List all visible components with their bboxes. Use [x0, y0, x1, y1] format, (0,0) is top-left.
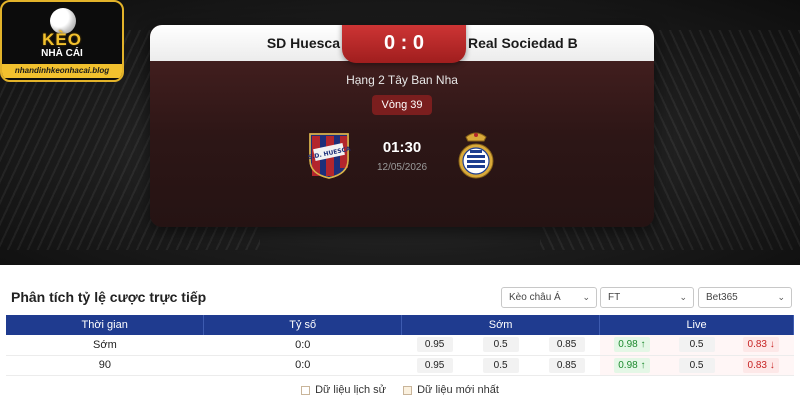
row-live-odds: 0.98 ↑ 0.5 0.83 ↓ — [599, 355, 794, 376]
period-select-value: FT — [608, 292, 621, 303]
table-row: 90 0:0 0.95 0.5 0.85 0.98 ↑ 0.5 0.83 ↓ — [6, 355, 794, 376]
column-header-time: Thời gian — [6, 315, 205, 335]
row-early-odds: 0.95 0.5 0.85 — [401, 355, 600, 376]
early-handicap: 0.5 — [482, 357, 519, 373]
column-header-early: Sớm — [401, 315, 601, 335]
round-badge: Vòng 39 — [372, 95, 432, 115]
odds-table: Thời gian Tỷ số Sớm Live Sớm 0:0 0.95 0.… — [6, 315, 794, 376]
live-home-odds-value: 0.98 — [618, 359, 638, 371]
league-name[interactable]: Hạng 2 Tây Ban Nha — [150, 73, 654, 87]
row-time: Sớm — [6, 335, 204, 356]
row-score: 0:0 — [203, 355, 402, 376]
row-live-odds: 0.98 ↑ 0.5 0.83 ↓ — [599, 335, 794, 356]
column-header-live: Live — [599, 315, 794, 335]
score: 0 : 0 — [342, 25, 466, 63]
chevron-down-icon: ⌄ — [679, 292, 687, 302]
legend-history: Dữ liệu lịch sử — [301, 384, 386, 396]
period-select[interactable]: FT ⌄ — [600, 287, 694, 308]
legend-history-swatch — [301, 385, 311, 395]
legend-latest-label: Dữ liệu mới nhất — [417, 384, 499, 396]
brand-url: nhandinhkeonhacai.blog — [2, 64, 122, 78]
kickoff-time: 01:30 — [382, 139, 422, 156]
match-card: SD Huesca 0 : 0 Real Sociedad B Hạng 2 T… — [150, 25, 654, 227]
early-handicap: 0.5 — [482, 337, 519, 353]
arrow-down-icon: ↓ — [769, 359, 775, 371]
live-handicap: 0.5 — [678, 357, 715, 373]
row-score: 0:0 — [203, 335, 402, 356]
live-home-odds: 0.98 ↑ — [613, 337, 650, 353]
arrow-down-icon: ↓ — [769, 339, 775, 351]
site-logo[interactable]: KÈO NHÀ CÁI nhandinhkeonhacai.blog — [0, 0, 124, 82]
legend-latest-swatch — [403, 385, 413, 395]
early-away-odds: 0.85 — [548, 337, 585, 353]
live-home-odds-value: 0.98 — [618, 339, 638, 351]
early-home-odds: 0.95 — [416, 357, 453, 373]
row-early-odds: 0.95 0.5 0.85 — [401, 335, 600, 356]
row-time: 90 — [6, 355, 204, 376]
live-handicap: 0.5 — [678, 337, 715, 353]
home-team-name[interactable]: SD Huesca — [150, 25, 340, 61]
brand-name-line2: NHÀ CÁI — [41, 48, 83, 59]
away-team-name[interactable]: Real Sociedad B — [468, 25, 654, 61]
column-header-score: Tỷ số — [203, 315, 403, 335]
bookmaker-select[interactable]: Bet365 ⌄ — [698, 287, 792, 308]
live-home-odds: 0.98 ↑ — [613, 357, 650, 373]
early-away-odds: 0.85 — [548, 357, 585, 373]
odds-panel-title: Phân tích tỷ lệ cược trực tiếp — [11, 289, 207, 305]
legend-history-label: Dữ liệu lịch sử — [315, 384, 387, 396]
odds-table-header: Thời gian Tỷ số Sớm Live — [6, 315, 794, 335]
arrow-up-icon: ↑ — [640, 359, 646, 371]
live-away-odds-value: 0.83 — [747, 339, 767, 351]
away-team-crest-icon[interactable] — [452, 129, 500, 181]
live-away-odds-value: 0.83 — [747, 359, 767, 371]
live-away-odds: 0.83 ↓ — [743, 357, 780, 373]
early-home-odds: 0.95 — [416, 337, 453, 353]
match-hero: SD Huesca 0 : 0 Real Sociedad B Hạng 2 T… — [0, 0, 800, 265]
brand-name-line1: KÈO — [42, 30, 82, 49]
match-date: 12/05/2026 — [376, 162, 428, 173]
arrow-up-icon: ↑ — [640, 339, 646, 351]
market-select-value: Kèo châu Á — [509, 292, 561, 303]
chevron-down-icon: ⌄ — [777, 292, 785, 302]
legend-latest: Dữ liệu mới nhất — [403, 384, 499, 396]
market-select[interactable]: Kèo châu Á ⌄ — [501, 287, 597, 308]
data-legend: Dữ liệu lịch sử Dữ liệu mới nhất — [0, 384, 800, 398]
live-away-odds: 0.83 ↓ — [743, 337, 780, 353]
chevron-down-icon: ⌄ — [582, 292, 590, 302]
table-row: Sớm 0:0 0.95 0.5 0.85 0.98 ↑ 0.5 0.83 ↓ — [6, 335, 794, 356]
bookmaker-select-value: Bet365 — [706, 292, 738, 303]
